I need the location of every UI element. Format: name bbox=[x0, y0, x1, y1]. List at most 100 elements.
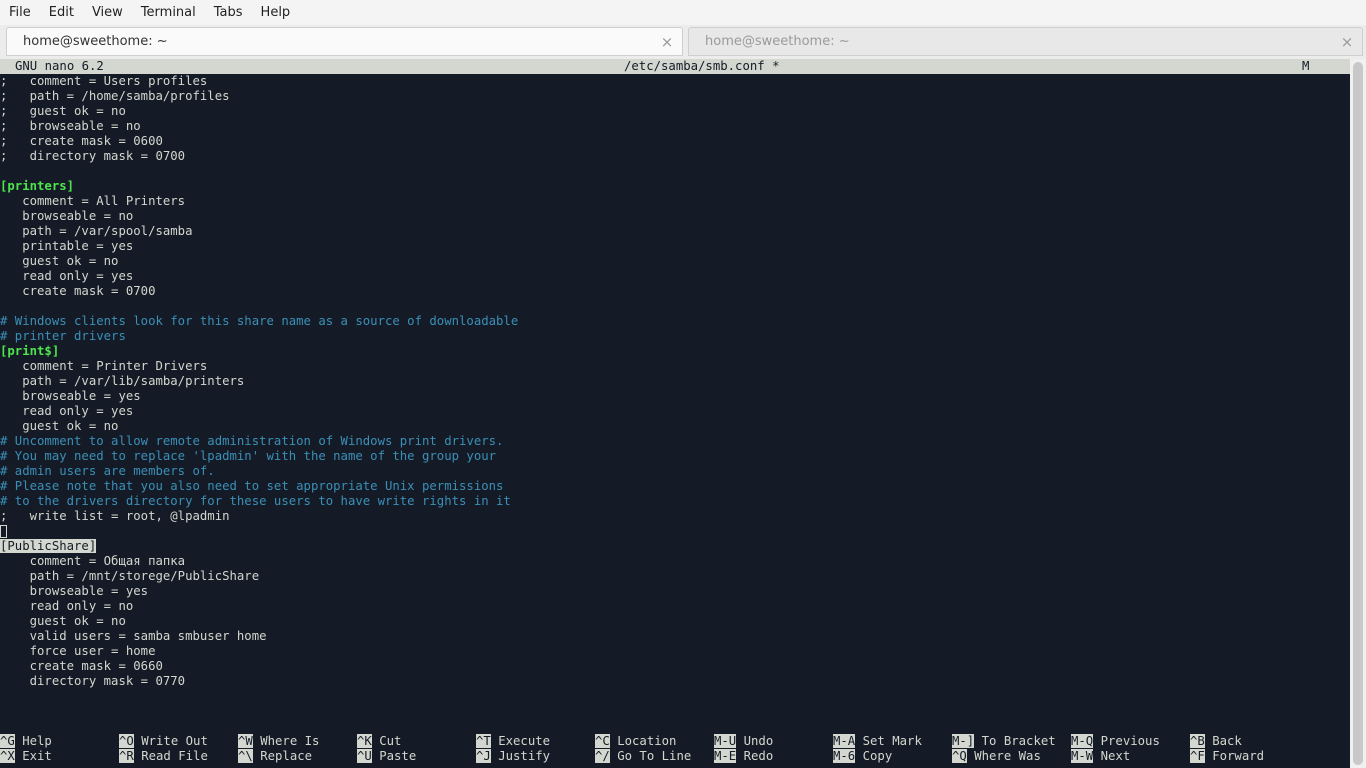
comment-line: # Please note that you also need to set … bbox=[0, 479, 504, 493]
shortcut-key: ^X bbox=[0, 749, 15, 763]
shortcut-item: ^W Where Is bbox=[238, 734, 319, 749]
shortcut-item: ^X Exit bbox=[0, 749, 52, 764]
comment-line: # Windows clients look for this share na… bbox=[0, 314, 519, 328]
shortcut-key: ^R bbox=[119, 749, 134, 763]
scrollbar[interactable] bbox=[1350, 59, 1366, 768]
shortcut-key: ^O bbox=[119, 734, 134, 748]
terminal-view[interactable]: GNU nano 6.2 /etc/samba/smb.conf * M ; c… bbox=[0, 59, 1350, 768]
shortcut-key: ^U bbox=[357, 749, 372, 763]
menu-view[interactable]: View bbox=[83, 0, 132, 25]
shortcut-label: Paste bbox=[371, 749, 417, 763]
menu-tabs[interactable]: Tabs bbox=[205, 0, 252, 25]
file-line: comment = All Printers bbox=[0, 194, 186, 208]
shortcut-label: Read File bbox=[133, 749, 208, 763]
file-line: ; guest ok = no bbox=[0, 104, 126, 118]
file-line bbox=[0, 164, 1350, 179]
file-line bbox=[0, 524, 1350, 539]
shortcut-item: M-Q Previous bbox=[1071, 734, 1160, 749]
file-line: ; create mask = 0600 bbox=[0, 134, 163, 148]
shortcut-item: ^Q Where Was bbox=[952, 749, 1041, 764]
shortcut-key: ^Q bbox=[952, 749, 967, 763]
shortcut-item: M-E Redo bbox=[714, 749, 773, 764]
shortcut-key: M-A bbox=[833, 734, 856, 748]
file-line: read only = no bbox=[0, 599, 134, 613]
shortcut-key: M-W bbox=[1071, 749, 1094, 763]
file-line: browseable = yes bbox=[0, 389, 141, 403]
comment-line: # printer drivers bbox=[0, 329, 126, 343]
file-line: ; comment = Users profiles bbox=[0, 74, 208, 88]
editor-content[interactable]: ; comment = Users profiles; path = /home… bbox=[0, 74, 1350, 689]
comment-line: # admin users are members of. bbox=[0, 464, 215, 478]
shortcut-item: M-6 Copy bbox=[833, 749, 892, 764]
shortcut-item: M-] To Bracket bbox=[952, 734, 1056, 749]
file-line: [PublicShare] bbox=[0, 539, 1350, 554]
shortcut-key: M-6 bbox=[833, 749, 856, 763]
text-cursor bbox=[0, 525, 7, 538]
tab-terminal-1[interactable]: home@sweethome: ~ × bbox=[6, 27, 683, 56]
file-line: ; directory mask = 0700 bbox=[0, 149, 186, 163]
shortcut-label: Location bbox=[609, 734, 677, 748]
shortcut-label: Set Mark bbox=[855, 734, 922, 748]
file-line: guest ok = no bbox=[0, 419, 119, 433]
tab-label: home@sweethome: ~ bbox=[23, 34, 168, 49]
nano-title-bar: GNU nano 6.2 /etc/samba/smb.conf * M bbox=[0, 59, 1350, 74]
file-line: create mask = 0660 bbox=[0, 659, 163, 673]
file-line: guest ok = no bbox=[0, 254, 119, 268]
shortcut-label: Cut bbox=[371, 734, 402, 748]
close-icon[interactable]: × bbox=[652, 33, 682, 51]
shortcut-item: ^G Help bbox=[0, 734, 52, 749]
file-line: directory mask = 0770 bbox=[0, 674, 186, 688]
file-line: ; browseable = no bbox=[0, 119, 141, 133]
file-line: browseable = yes bbox=[0, 584, 149, 598]
shortcut-label: Previous bbox=[1093, 734, 1160, 748]
selected-text: [PublicShare] bbox=[0, 539, 97, 553]
shortcut-key: M-U bbox=[714, 734, 737, 748]
nano-modified-indicator: M bbox=[1302, 59, 1310, 73]
shortcut-item: ^R Read File bbox=[119, 749, 208, 764]
tab-bar: home@sweethome: ~ × home@sweethome: ~ × bbox=[0, 25, 1366, 60]
shortcut-item: ^O Write Out bbox=[119, 734, 208, 749]
nano-filename: /etc/samba/smb.conf * bbox=[624, 59, 780, 73]
section-header-line: [printers] bbox=[0, 179, 75, 193]
shortcut-key: ^/ bbox=[595, 749, 610, 763]
shortcut-key: ^K bbox=[357, 734, 372, 748]
shortcut-label: Back bbox=[1204, 734, 1242, 748]
shortcut-key: ^F bbox=[1190, 749, 1205, 763]
menu-file[interactable]: File bbox=[0, 0, 40, 25]
file-line: create mask = 0700 bbox=[0, 284, 156, 298]
tab-terminal-2[interactable]: home@sweethome: ~ × bbox=[688, 27, 1363, 56]
close-icon[interactable]: × bbox=[1332, 33, 1362, 51]
file-line: read only = yes bbox=[0, 404, 134, 418]
shortcut-item: ^F Forward bbox=[1190, 749, 1264, 764]
menubar: File Edit View Terminal Tabs Help bbox=[0, 0, 1366, 25]
file-line: comment = Общая папка bbox=[0, 554, 186, 568]
shortcut-item: ^/ Go To Line bbox=[595, 749, 691, 764]
shortcut-item: M-W Next bbox=[1071, 749, 1130, 764]
shortcut-label: Where Was bbox=[966, 749, 1041, 763]
shortcut-key: ^\ bbox=[238, 749, 253, 763]
tab-label: home@sweethome: ~ bbox=[705, 34, 850, 49]
shortcut-key: ^B bbox=[1190, 734, 1205, 748]
shortcut-label: Forward bbox=[1204, 749, 1265, 763]
shortcut-item: ^\ Replace bbox=[238, 749, 312, 764]
shortcut-label: Go To Line bbox=[609, 749, 692, 763]
shortcut-item: ^J Justify bbox=[476, 749, 550, 764]
menu-help[interactable]: Help bbox=[252, 0, 300, 25]
shortcut-key: ^T bbox=[476, 734, 491, 748]
shortcut-label: Execute bbox=[490, 734, 551, 748]
shortcut-item: ^T Execute bbox=[476, 734, 550, 749]
comment-line: # to the drivers directory for these use… bbox=[0, 494, 511, 508]
file-line: printable = yes bbox=[0, 239, 134, 253]
scrollbar-thumb[interactable] bbox=[1353, 62, 1363, 765]
shortcut-label: Copy bbox=[855, 749, 893, 763]
shortcut-label: To Bracket bbox=[974, 734, 1056, 748]
shortcut-key: ^W bbox=[238, 734, 253, 748]
shortcut-label: Justify bbox=[490, 749, 551, 763]
file-line: ; path = /home/samba/profiles bbox=[0, 89, 230, 103]
file-line: path = /var/spool/samba bbox=[0, 224, 193, 238]
menu-terminal[interactable]: Terminal bbox=[132, 0, 205, 25]
menu-edit[interactable]: Edit bbox=[40, 0, 83, 25]
shortcut-item: ^C Location bbox=[595, 734, 676, 749]
file-line: path = /var/lib/samba/printers bbox=[0, 374, 245, 388]
shortcut-key: ^C bbox=[595, 734, 610, 748]
